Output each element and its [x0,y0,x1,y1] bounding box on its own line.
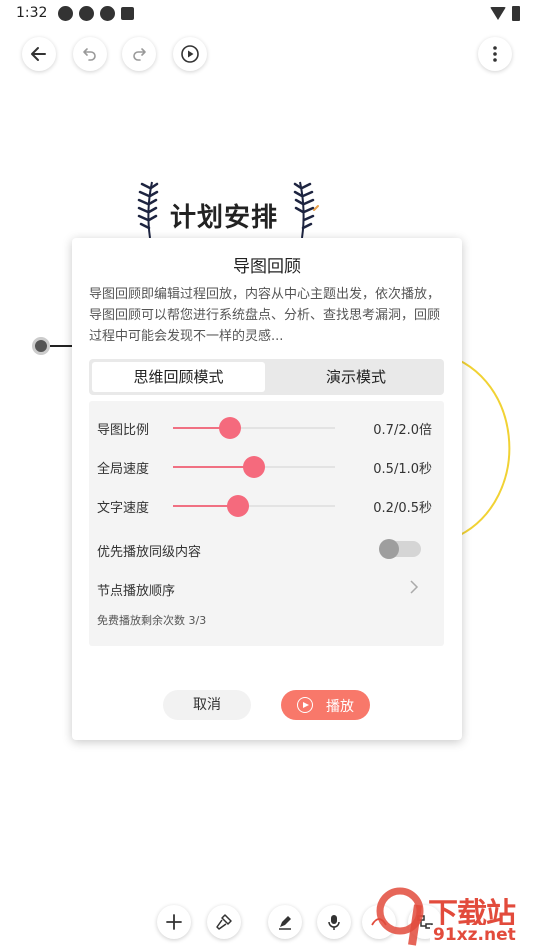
slider-row-text-speed: 文字速度 0.2/0.5秒 [97,494,437,518]
play-circle-icon [297,697,313,713]
slider-track[interactable] [173,456,335,478]
playback-button[interactable] [173,37,207,71]
slider-label: 全局速度 [97,462,150,477]
slider-label: 文字速度 [97,501,150,516]
app-notification-icon [79,6,94,21]
pen-button[interactable] [268,905,302,939]
notification-icons [58,6,134,21]
app-notification-icon [58,6,73,21]
chevron-right-icon [410,580,419,594]
node-handle[interactable] [32,337,50,355]
settings-panel: 导图比例 0.7/2.0倍 全局速度 0.5/1.0秒 文字速度 0.2/0.5… [89,401,444,646]
undo-button[interactable] [73,37,107,71]
redo-icon [133,48,146,61]
wifi-icon [490,7,506,20]
play-button[interactable]: 播放 [281,690,370,720]
watermark-url-suffix: .net [477,925,516,945]
status-time: 1:32 [16,5,48,21]
slider-knob[interactable] [226,495,249,517]
format-brush-icon [216,914,232,930]
slider-value: 0.2/0.5秒 [373,501,432,516]
central-topic[interactable]: 计划安排 [170,197,278,234]
laurel-right-icon [293,181,319,239]
same-level-toggle[interactable] [379,539,421,559]
watermark-url-prefix: 91xz [433,925,478,945]
format-brush-button[interactable] [207,905,241,939]
slider-row-global-speed: 全局速度 0.5/1.0秒 [97,455,437,479]
watermark: 下载站 91xz.net [372,885,534,950]
tab-presentation-mode[interactable]: 演示模式 [271,362,441,392]
voice-button[interactable] [317,905,351,939]
pen-icon [279,916,291,930]
node-order-row[interactable]: 节点播放顺序 [97,577,437,601]
branch-line [50,345,74,347]
undo-icon [83,48,96,61]
node-order-label: 节点播放顺序 [97,584,176,599]
redo-button[interactable] [122,37,156,71]
slider-fill [173,466,254,468]
toggle-row-same-level: 优先播放同级内容 [97,538,437,562]
add-icon [166,914,182,930]
back-button[interactable] [22,37,56,71]
laurel-left-icon [137,181,159,239]
text-notification-icon [121,7,134,20]
add-node-button[interactable] [157,905,191,939]
tab-review-mode[interactable]: 思维回顾模式 [92,362,265,392]
app-notification-icon [100,6,115,21]
slider-row-map-scale: 导图比例 0.7/2.0倍 [97,416,437,440]
back-arrow-icon [31,47,46,61]
status-bar: 1:32 [0,0,534,28]
cancel-button[interactable]: 取消 [163,690,251,720]
microphone-icon [328,915,340,930]
play-circle-icon [181,45,199,63]
mode-tabs: 思维回顾模式 演示模式 [89,359,444,395]
slider-track[interactable] [173,495,335,517]
battery-icon [512,6,520,21]
slider-label: 导图比例 [97,423,150,438]
play-button-label: 播放 [326,699,354,715]
slider-value: 0.5/1.0秒 [373,462,432,477]
status-right [490,6,520,21]
slider-knob[interactable] [218,417,241,439]
watermark-url: 91xz.net [430,925,519,945]
dialog-title: 导图回顾 [233,257,301,277]
slider-track[interactable] [173,417,335,439]
dialog-description: 导图回顾即编辑过程回放，内容从中心主题出发，依次播放，导图回顾可以帮您进行系统盘… [89,287,441,344]
toggle-label: 优先播放同级内容 [97,545,202,560]
free-play-count: 免费播放剩余次数 3/3 [97,614,207,627]
more-vertical-icon [493,46,497,62]
slider-knob[interactable] [243,456,265,478]
watermark-logo-icon [376,887,424,946]
toggle-knob [379,539,399,559]
more-button[interactable] [478,37,512,71]
mindmap-review-dialog: 导图回顾 导图回顾即编辑过程回放，内容从中心主题出发，依次播放，导图回顾可以帮您… [72,238,462,740]
slider-value: 0.7/2.0倍 [373,423,432,438]
